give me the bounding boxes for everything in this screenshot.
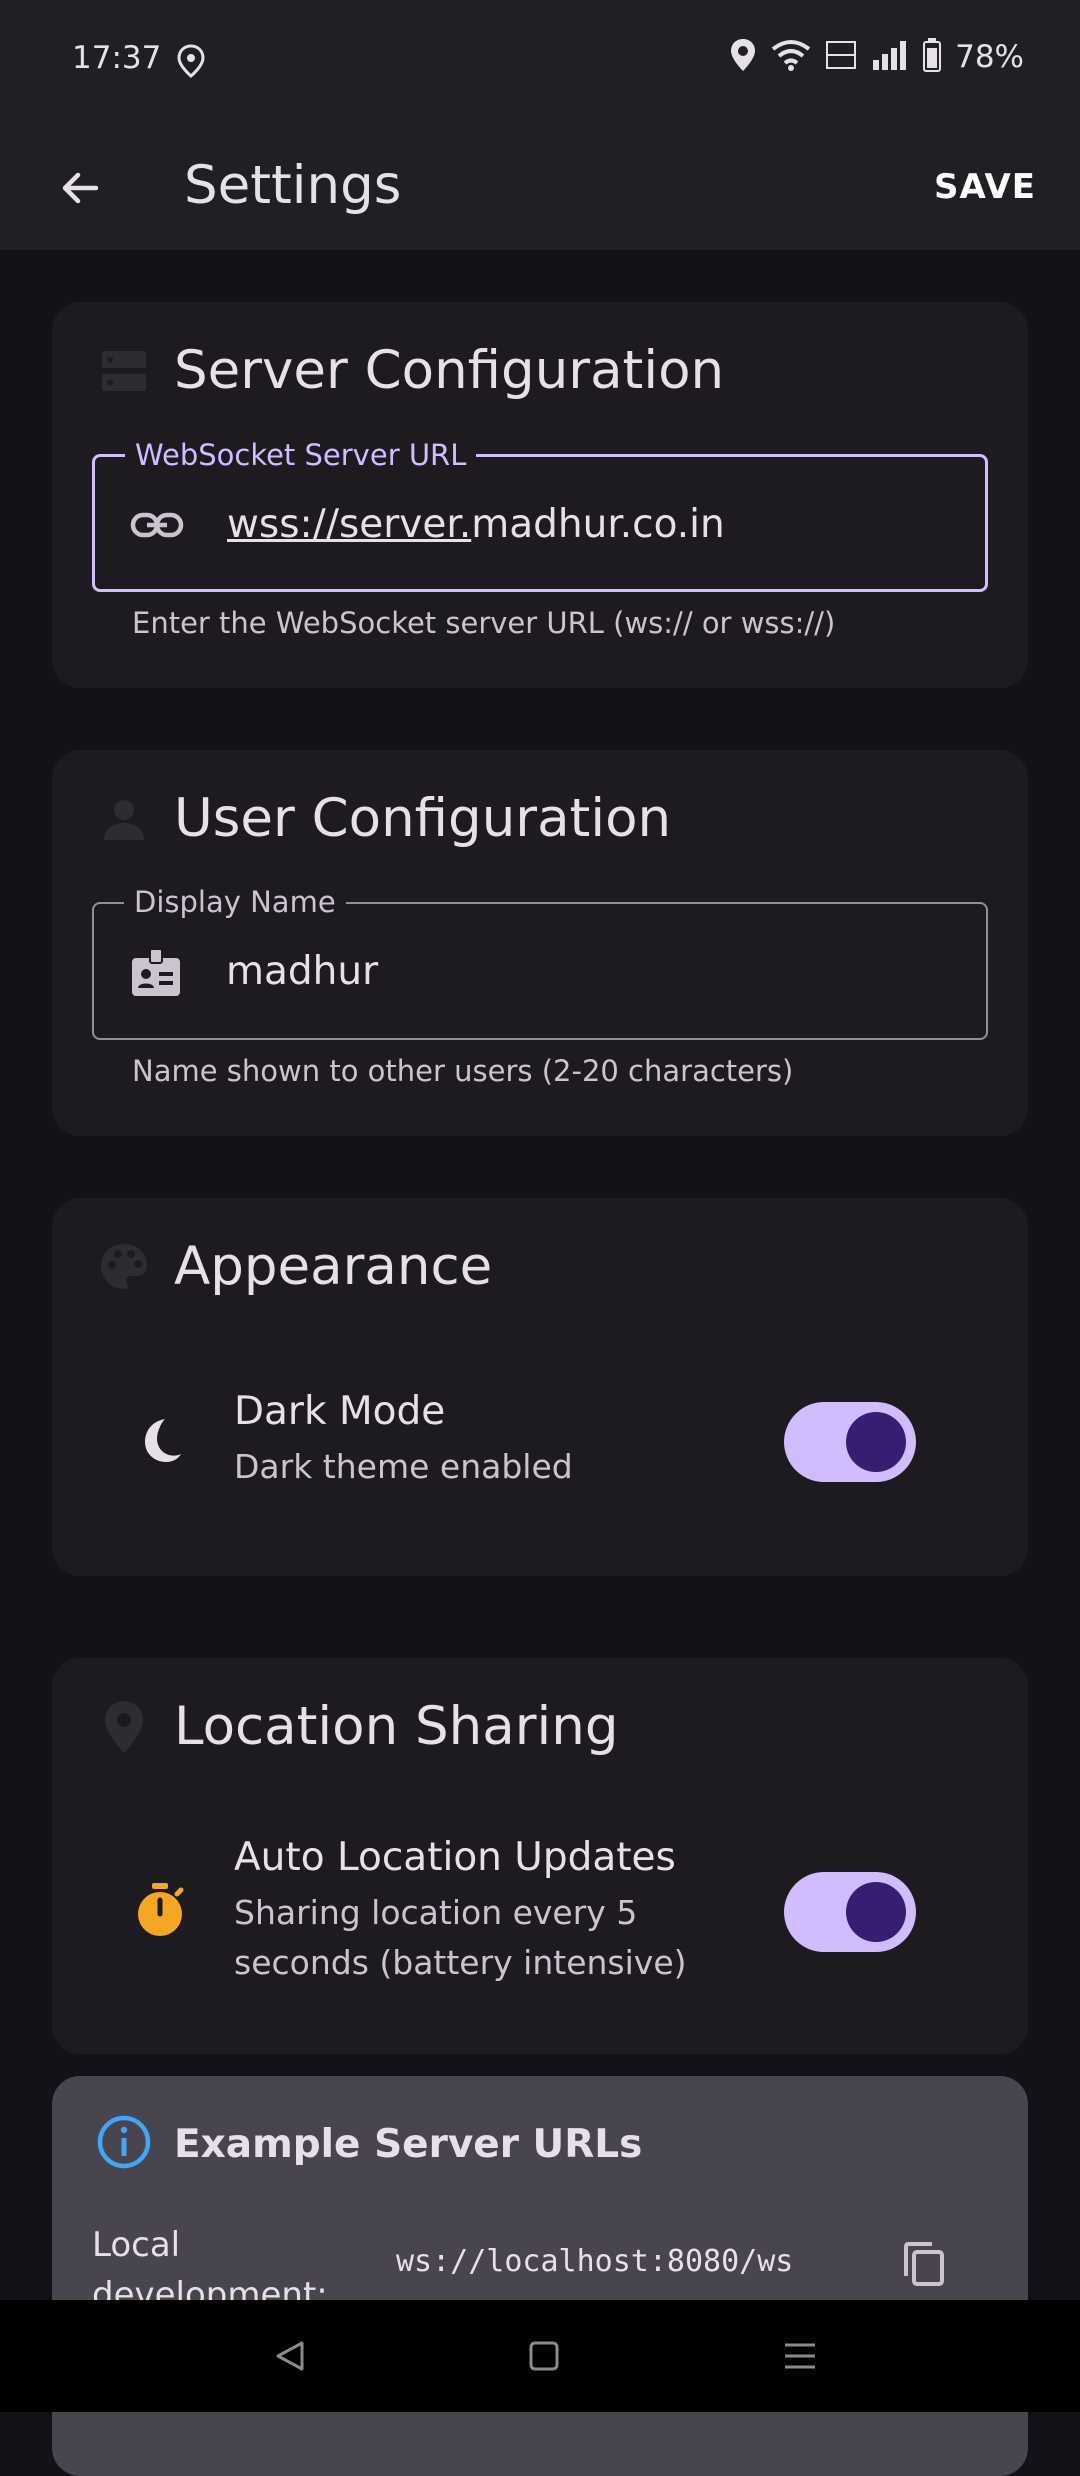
- dark-mode-subtitle: Dark theme enabled: [234, 1447, 573, 1486]
- moon-icon: [132, 1412, 188, 1468]
- back-button[interactable]: [44, 152, 116, 224]
- location-pin-status-icon: [729, 38, 757, 76]
- auto-location-text: Auto Location Updates Sharing location e…: [234, 1832, 687, 1988]
- dark-mode-toggle-thumb: [846, 1412, 906, 1472]
- status-time: 17:37: [72, 40, 162, 76]
- page-title: Settings: [184, 155, 402, 216]
- example-urls-title: Example Server URLs: [174, 2121, 643, 2167]
- app-bar: Settings SAVE: [0, 124, 1080, 250]
- url-underlined-part: wss://server.: [227, 502, 472, 547]
- dark-mode-row[interactable]: Dark Mode Dark theme enabled: [132, 1386, 573, 1492]
- location-sharing-title: Location Sharing: [174, 1696, 619, 1757]
- save-button[interactable]: SAVE: [934, 154, 1036, 220]
- palette-icon: [96, 1239, 152, 1295]
- copy-button[interactable]: [900, 2240, 948, 2288]
- auto-location-toggle-thumb: [846, 1882, 906, 1942]
- info-icon: [96, 2114, 152, 2174]
- link-icon: [127, 495, 187, 555]
- websocket-url-label: WebSocket Server URL: [125, 437, 477, 473]
- appearance-card: Appearance Dark Mode Dark theme enabled: [52, 1198, 1028, 1576]
- url-rest-part: madhur.co.in: [471, 502, 725, 547]
- dark-mode-text: Dark Mode Dark theme enabled: [234, 1386, 573, 1492]
- copy-icon: [904, 2242, 944, 2286]
- display-name-label: Display Name: [124, 884, 346, 920]
- location-pin-icon: [96, 1699, 152, 1755]
- auto-location-toggle[interactable]: [784, 1872, 916, 1952]
- server-config-card: Server Configuration WebSocket Server UR…: [52, 302, 1028, 688]
- server-config-title: Server Configuration: [174, 340, 725, 401]
- websocket-url-input[interactable]: wss://server.madhur.co.in: [227, 495, 725, 555]
- square-home-icon: [529, 2341, 559, 2371]
- person-icon: [96, 791, 152, 847]
- status-icons: 78%: [729, 38, 1024, 76]
- battery-icon: [923, 38, 942, 76]
- dark-mode-toggle[interactable]: [784, 1402, 916, 1482]
- location-status-icon: [176, 44, 206, 78]
- example-urls-card: Example Server URLs Local development: w…: [52, 2076, 1028, 2476]
- badge-icon: [126, 942, 186, 1002]
- location-sharing-header: Location Sharing: [96, 1696, 618, 1757]
- display-name-field[interactable]: Display Name madhur: [92, 884, 988, 1040]
- auto-location-row[interactable]: Auto Location Updates Sharing location e…: [132, 1832, 687, 1988]
- volte-icon: [825, 38, 857, 76]
- display-name-helper: Name shown to other users (2-20 characte…: [132, 1054, 794, 1088]
- nav-back-button[interactable]: [264, 2330, 316, 2382]
- user-config-header: User Configuration: [96, 788, 671, 849]
- server-config-header: Server Configuration: [96, 340, 724, 401]
- example-urls-header: Example Server URLs: [96, 2114, 642, 2174]
- appearance-title: Appearance: [174, 1236, 493, 1297]
- auto-location-subtitle-line1: Sharing location every 5: [234, 1893, 638, 1932]
- user-config-title: User Configuration: [174, 788, 672, 849]
- location-sharing-card: Location Sharing Auto Location Updates S…: [52, 1658, 1028, 2054]
- timer-icon: [132, 1882, 188, 1938]
- menu-recents-icon: [785, 2343, 815, 2369]
- nav-home-button[interactable]: [518, 2330, 570, 2382]
- websocket-url-field[interactable]: WebSocket Server URL wss://server.madhur…: [92, 437, 988, 592]
- signal-icon: [871, 40, 909, 74]
- dns-icon: [96, 343, 152, 399]
- arrow-left-icon: [62, 172, 99, 204]
- example-url-local: ws://localhost:8080/ws: [396, 2244, 794, 2279]
- auto-location-subtitle-line2: seconds (battery intensive): [234, 1943, 687, 1982]
- example-label-line1: Local: [92, 2225, 181, 2265]
- status-bar: 17:37 78%: [0, 0, 1080, 124]
- dark-mode-title: Dark Mode: [234, 1389, 446, 1434]
- user-config-card: User Configuration Display Name madhur N…: [52, 750, 1028, 1136]
- wifi-icon: [771, 39, 811, 75]
- nav-recents-button[interactable]: [774, 2330, 826, 2382]
- display-name-input[interactable]: madhur: [226, 942, 378, 1002]
- auto-location-title: Auto Location Updates: [234, 1835, 676, 1880]
- system-nav-bar: [0, 2300, 1080, 2412]
- websocket-url-helper: Enter the WebSocket server URL (ws:// or…: [132, 606, 836, 640]
- auto-location-subtitle: Sharing location every 5 seconds (batter…: [234, 1888, 687, 1988]
- battery-percent: 78%: [955, 39, 1024, 75]
- appearance-header: Appearance: [96, 1236, 492, 1297]
- triangle-back-icon: [276, 2341, 304, 2371]
